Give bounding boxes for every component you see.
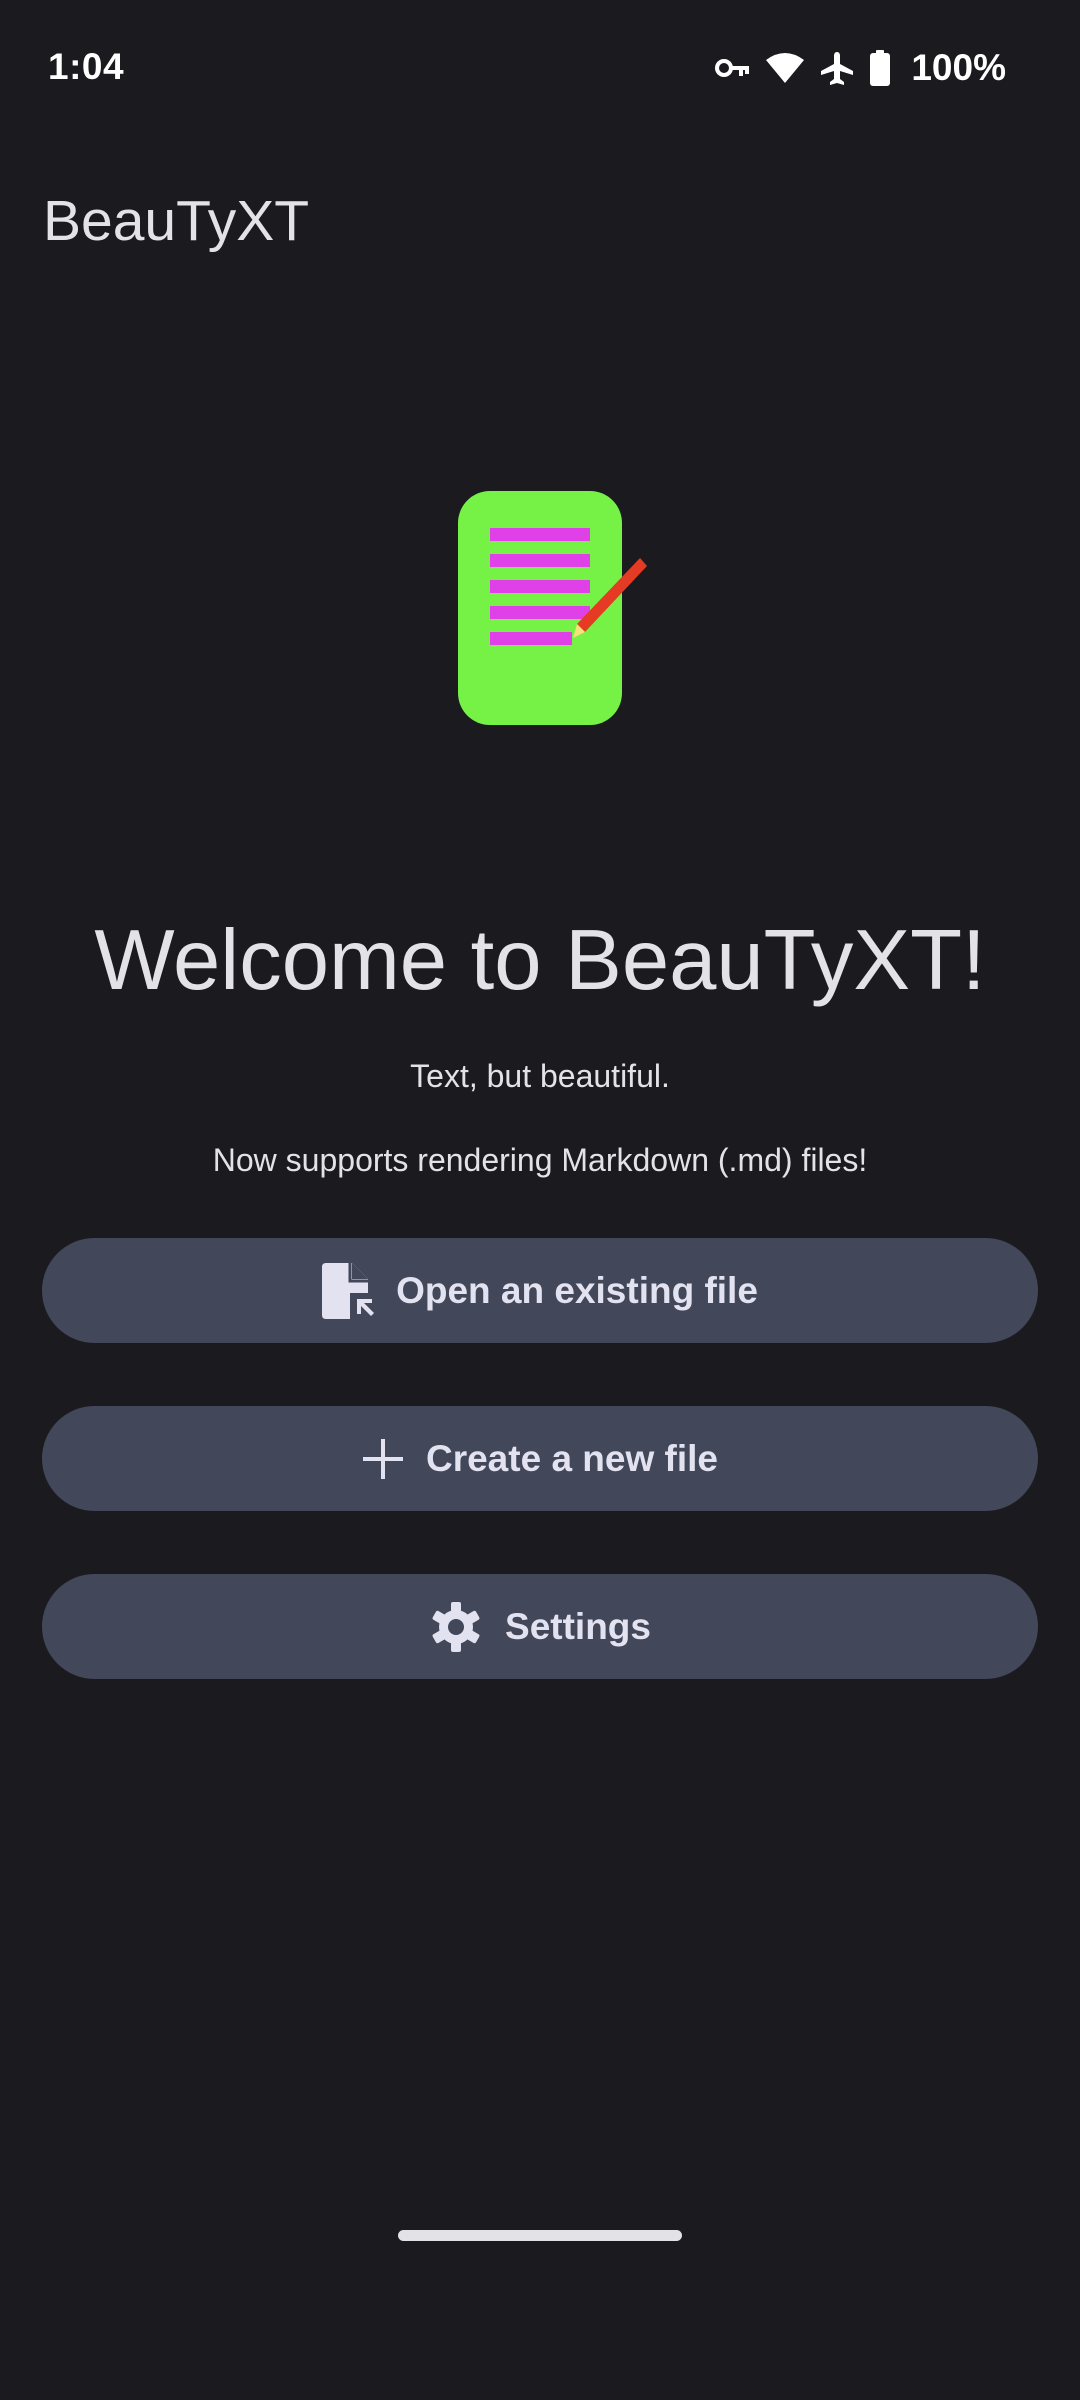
status-time: 1:04 <box>48 46 125 87</box>
markdown-support-note: Now supports rendering Markdown (.md) fi… <box>212 1142 868 1178</box>
settings-label: Settings <box>505 1605 651 1647</box>
gear-icon <box>429 1600 483 1654</box>
welcome-title: Welcome to BeauTyXT! <box>94 913 986 1008</box>
create-file-label: Create a new file <box>425 1437 718 1479</box>
vpn-key-icon <box>715 57 751 79</box>
plus-icon <box>362 1438 404 1480</box>
home-screen: 1:04 100% BeauTyXT Welcome to BeauTyXT! … <box>0 0 1080 2400</box>
battery-icon <box>869 50 891 86</box>
status-icons: 100% <box>715 46 1006 90</box>
open-file-label: Open an existing file <box>396 1269 758 1311</box>
battery-percentage: 100% <box>911 47 1006 88</box>
airplane-mode-icon <box>819 50 855 86</box>
navigation-gesture-handle[interactable] <box>398 2230 682 2241</box>
app-title: BeauTyXT <box>43 189 310 253</box>
open-file-button[interactable]: Open an existing file <box>42 1238 1038 1343</box>
wifi-icon <box>765 52 805 84</box>
app-logo-icon <box>455 488 655 728</box>
file-open-icon <box>322 1262 375 1319</box>
settings-button[interactable]: Settings <box>42 1574 1038 1679</box>
tagline: Text, but beautiful. <box>410 1058 670 1094</box>
create-file-button[interactable]: Create a new file <box>42 1406 1038 1511</box>
status-bar: 1:04 100% <box>0 0 1080 140</box>
